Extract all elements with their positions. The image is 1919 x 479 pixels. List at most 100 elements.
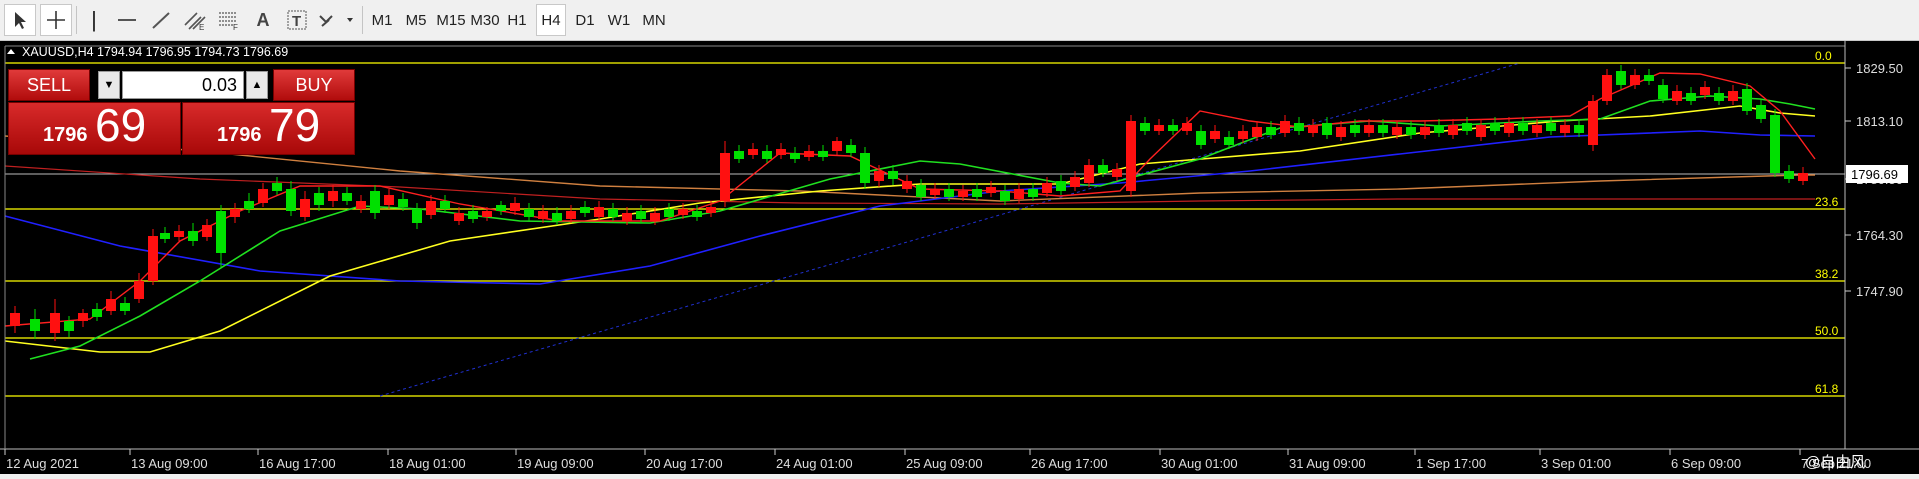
candle [426,201,436,215]
lot-increase-button[interactable]: ▲ [246,71,268,99]
timeframe-w1-button[interactable]: W1 [604,4,634,36]
vertical-line-tool-button[interactable]: | [80,4,108,36]
one-click-trading-panel: SELL ▼ 0.03 ▲ BUY 1796 69 1796 79 [8,69,355,155]
candle [902,181,912,189]
sell-price-button[interactable]: 1796 69 [8,99,181,155]
candle [1770,115,1780,173]
lot-decrease-button[interactable]: ▼ [98,71,120,99]
candle [1490,123,1500,131]
candle [1238,131,1248,139]
text-label-tool-button[interactable]: T [282,4,312,36]
timeframe-d1-button[interactable]: D1 [570,4,600,36]
lot-size-input[interactable]: 0.03 [122,71,244,99]
candle [1182,123,1192,131]
candle [272,183,282,191]
candle [1266,127,1276,135]
toolbar: | E F A T M1 M5 M15 M30 H1 H4 D1 W1 MN [0,0,1919,41]
buy-button[interactable]: BUY [273,69,355,101]
candle [1392,127,1402,135]
buy-price-prefix: 1796 [217,124,262,146]
sell-button[interactable]: SELL [8,69,90,101]
time-axis-label: 25 Aug 09:00 [906,456,983,471]
trendline-tool-button[interactable] [146,4,176,36]
candle [1420,127,1430,135]
fibonacci-tool-button[interactable]: F [214,4,244,36]
candle [120,303,130,311]
candle [10,313,20,326]
price-scale-label: 1764.30 [1856,228,1903,243]
timeframe-m1-button[interactable]: M1 [366,4,398,36]
timeframe-h4-button[interactable]: H4 [536,4,566,36]
candle [286,189,296,211]
text-tool-button[interactable]: A [248,4,278,36]
time-axis-label: 3 Sep 01:00 [1541,456,1611,471]
candle [1294,123,1304,131]
candle [174,231,184,237]
candle [1532,125,1542,133]
candle [314,193,324,205]
timeframe-m15-button[interactable]: M15 [434,4,468,36]
candle [1462,123,1472,131]
shapes-dropdown-button[interactable] [316,4,358,36]
candle [230,209,240,217]
candle [1714,93,1724,101]
timeframe-m30-button[interactable]: M30 [468,4,502,36]
candle [944,189,954,197]
candle [762,151,772,159]
crosshair-tool-button[interactable] [40,4,72,36]
candle [244,201,254,209]
candle [384,195,394,205]
candle [1252,127,1262,137]
candle [622,213,632,221]
channel-tool-button[interactable]: E [180,4,210,36]
time-axis-label: 6 Sep 09:00 [1671,456,1741,471]
candle [1630,75,1640,85]
candle [972,189,982,197]
candle [1560,125,1570,133]
shapes-icon [319,15,353,27]
timeframe-mn-button[interactable]: MN [638,4,670,36]
candle [1700,87,1710,95]
candle [524,209,534,217]
buy-price-button[interactable]: 1796 79 [182,99,355,155]
candle [1476,125,1486,137]
candle [1448,125,1458,135]
time-axis-label: 31 Aug 09:00 [1289,456,1366,471]
candle [454,213,464,221]
candle [440,201,450,209]
candle [1602,75,1612,101]
candle [1616,71,1626,85]
horizontal-line-tool-button[interactable] [112,4,142,36]
candle [636,211,646,219]
fib-level-label: 0.0 [1815,49,1832,63]
sell-price-pips: 69 [95,99,147,151]
candle [1042,183,1052,193]
header-collapse-icon[interactable] [7,49,15,54]
candle [1784,171,1794,179]
fib-trendline [379,62,1521,397]
fib-level-label: 38.2 [1815,267,1839,281]
timeframe-h1-button[interactable]: H1 [502,4,532,36]
candle [986,187,996,193]
candle [1672,91,1682,101]
time-axis-label: 13 Aug 09:00 [131,456,208,471]
candle [1210,131,1220,139]
candle [482,211,492,217]
chart-header: XAUUSD,H4 1794.94 1796.95 1794.73 1796.6… [22,45,288,59]
candle [930,189,940,195]
fib-level-label: 61.8 [1815,382,1839,396]
time-axis-label: 24 Aug 01:00 [776,456,853,471]
cursor-tool-button[interactable] [4,4,36,36]
candle [706,207,716,213]
candle [300,199,310,217]
candle [1224,137,1234,145]
time-axis-label: 19 Aug 09:00 [517,456,594,471]
buy-price-pips: 79 [269,99,321,151]
candle [328,191,338,201]
time-axis-label: 1 Sep 17:00 [1416,456,1486,471]
candle [398,199,408,207]
timeframe-m5-button[interactable]: M5 [400,4,432,36]
trendline-icon [152,12,170,29]
candle [1000,191,1010,201]
candle [748,149,758,155]
